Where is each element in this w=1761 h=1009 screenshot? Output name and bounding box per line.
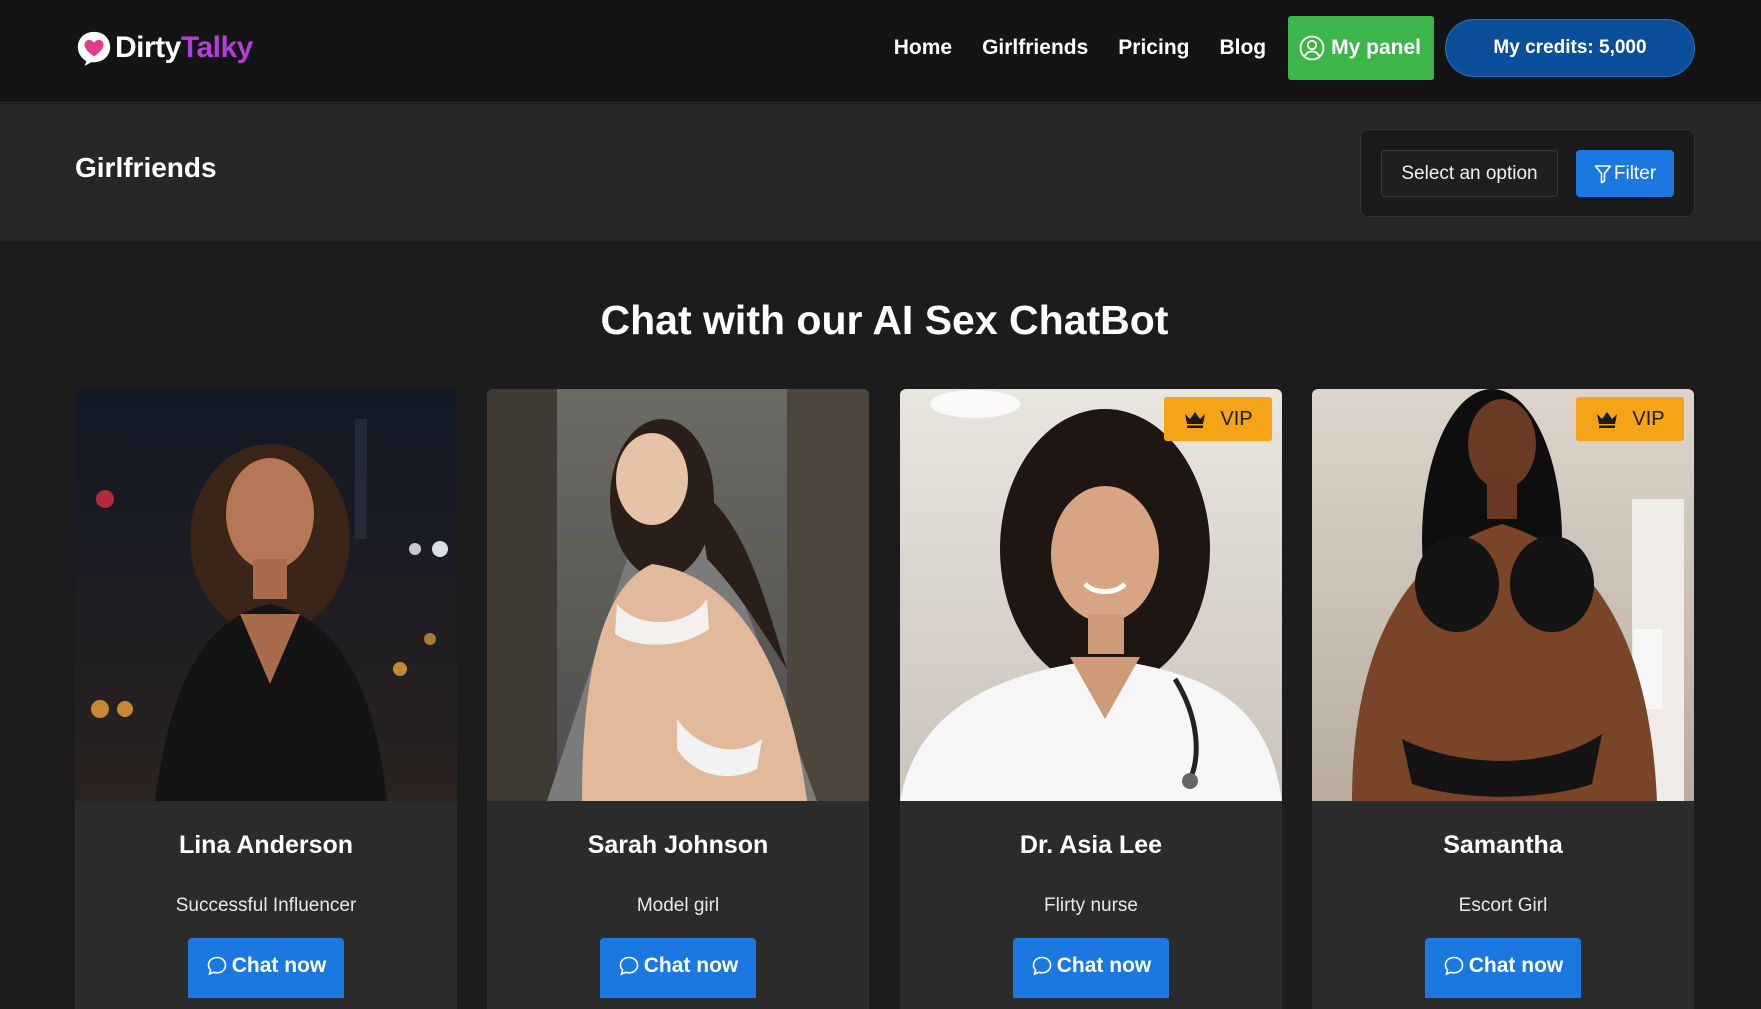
chat-now-button[interactable]: Chat now xyxy=(1425,938,1581,998)
chat-bubble-icon xyxy=(207,956,227,976)
chat-now-label: Chat now xyxy=(643,954,739,977)
girlfriend-name: Samantha xyxy=(1443,831,1563,859)
heart-chat-logo-icon xyxy=(77,31,111,67)
girlfriend-name: Lina Anderson xyxy=(178,831,354,859)
chat-now-button[interactable]: Chat now xyxy=(600,938,756,998)
main-nav: Home Girlfriends Pricing Blog My panel M… xyxy=(894,16,1695,80)
girlfriend-card: VIP Dr. Asia Lee Flirty nurse Chat now xyxy=(900,389,1282,1009)
crown-icon xyxy=(1597,412,1618,428)
nav-link-pricing[interactable]: Pricing xyxy=(1118,36,1189,60)
vip-badge: VIP xyxy=(1576,397,1684,441)
chat-now-label: Chat now xyxy=(1468,954,1564,977)
girlfriend-photo[interactable]: VIP xyxy=(1312,389,1694,801)
my-panel-button[interactable]: My panel xyxy=(1288,16,1434,80)
chat-now-button[interactable]: Chat now xyxy=(1013,938,1169,998)
filter-label: Filter xyxy=(1613,162,1657,184)
girlfriend-photo[interactable] xyxy=(487,389,869,801)
top-navbar: Dirty Talky Home Girlfriends Pricing Blog… xyxy=(0,0,1761,103)
crown-icon xyxy=(1185,412,1206,428)
credits-button[interactable]: My credits: 5,000 xyxy=(1445,19,1695,77)
girlfriend-description: Successful Influencer xyxy=(175,895,357,916)
filter-panel: Select an option Filter xyxy=(1360,129,1695,217)
section-heading: Chat with our AI Sex ChatBot xyxy=(600,297,1169,343)
page-subheader: Girlfriends Select an option Filter xyxy=(0,104,1761,241)
category-select[interactable]: Select an option xyxy=(1381,150,1558,197)
user-circle-icon xyxy=(1299,35,1325,61)
page-title: Girlfriends xyxy=(75,152,217,183)
funnel-icon xyxy=(1594,164,1612,183)
chat-bubble-icon xyxy=(1444,956,1464,976)
chat-bubble-icon xyxy=(619,956,639,976)
girlfriend-card-grid: Lina Anderson Successful Influencer Chat… xyxy=(75,389,1695,1009)
nav-link-blog[interactable]: Blog xyxy=(1219,36,1266,60)
chat-bubble-icon xyxy=(1032,956,1052,976)
nav-link-girlfriends[interactable]: Girlfriends xyxy=(982,36,1088,60)
logo-text-dirty: Dirty xyxy=(115,31,181,64)
chat-now-button[interactable]: Chat now xyxy=(188,938,344,998)
girlfriend-description: Model girl xyxy=(636,895,720,916)
girlfriend-photo[interactable]: VIP xyxy=(900,389,1282,801)
vip-badge: VIP xyxy=(1164,397,1272,441)
logo-text-talky: Talky xyxy=(180,31,254,64)
girlfriend-description: Flirty nurse xyxy=(1044,895,1138,916)
girlfriend-name: Sarah Johnson xyxy=(587,831,769,859)
girlfriend-description: Escort Girl xyxy=(1458,895,1548,916)
vip-label: VIP xyxy=(1220,407,1253,430)
girlfriend-name: Dr. Asia Lee xyxy=(1019,831,1163,859)
nav-link-home[interactable]: Home xyxy=(894,36,952,60)
girlfriend-card: Sarah Johnson Model girl Chat now xyxy=(487,389,869,1009)
my-panel-label: My panel xyxy=(1331,36,1421,59)
girlfriend-photo[interactable] xyxy=(75,389,457,801)
girlfriend-card: Lina Anderson Successful Influencer Chat… xyxy=(75,389,457,1009)
girlfriend-card: VIP Samantha Escort Girl Chat now xyxy=(1312,389,1694,1009)
site-logo[interactable]: Dirty Talky xyxy=(75,28,253,68)
chat-now-label: Chat now xyxy=(1056,954,1152,977)
chat-now-label: Chat now xyxy=(231,954,327,977)
filter-button[interactable]: Filter xyxy=(1576,150,1674,197)
vip-label: VIP xyxy=(1632,407,1665,430)
